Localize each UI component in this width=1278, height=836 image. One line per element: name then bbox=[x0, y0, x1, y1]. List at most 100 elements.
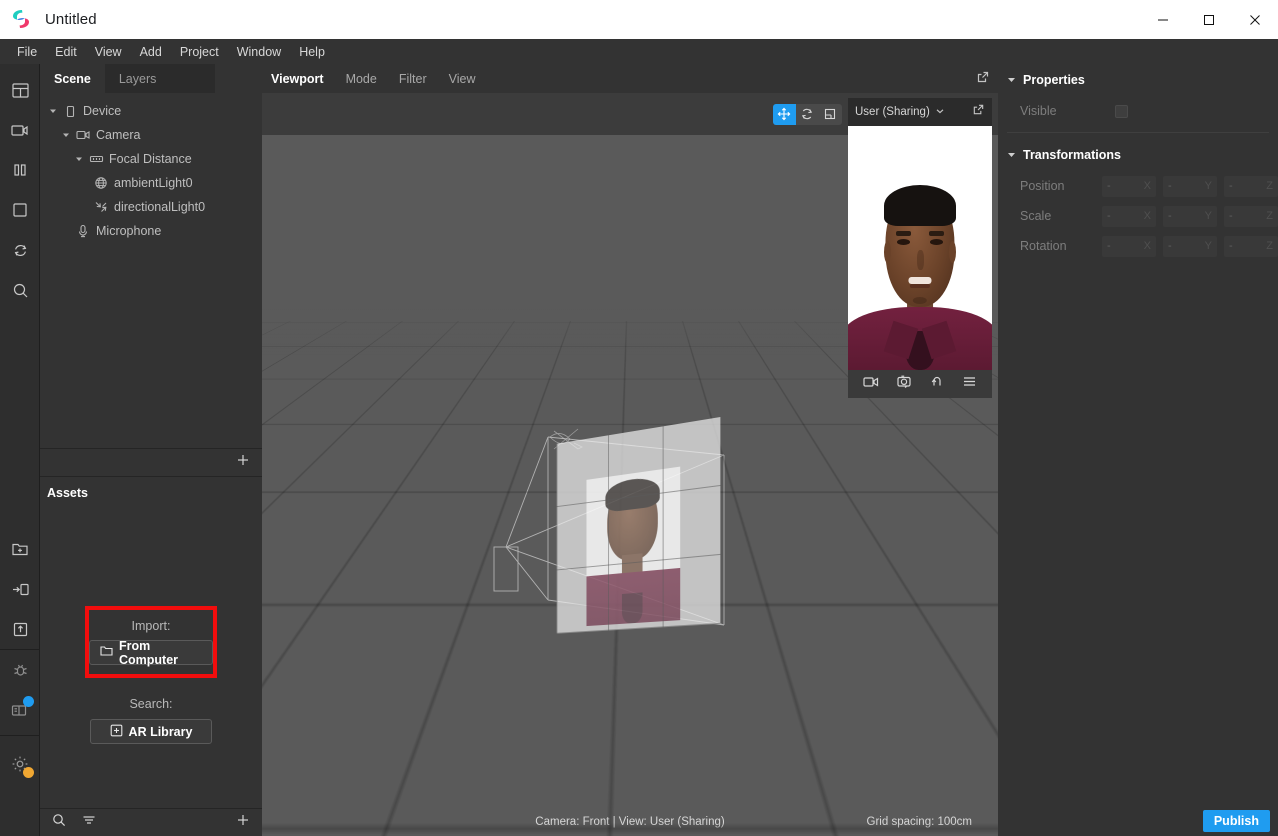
debug-bug-icon[interactable] bbox=[0, 650, 40, 690]
rotate-tool-button[interactable] bbox=[795, 103, 819, 125]
position-x-field[interactable]: - X bbox=[1102, 175, 1156, 197]
menu-view[interactable]: View bbox=[86, 41, 131, 63]
import-from-computer-button[interactable]: From Computer bbox=[89, 639, 213, 667]
simulator-header: User (Sharing) bbox=[848, 98, 992, 126]
scale-z-field[interactable]: - Z bbox=[1224, 205, 1278, 227]
scale-x-field[interactable]: - X bbox=[1102, 205, 1156, 227]
plus-icon[interactable] bbox=[236, 453, 250, 472]
field-value: - bbox=[1229, 240, 1233, 252]
simulator-camera-preview bbox=[848, 126, 992, 370]
export-upload-icon[interactable] bbox=[0, 609, 40, 649]
device-icon bbox=[60, 105, 80, 118]
publish-button[interactable]: Publish bbox=[1202, 810, 1270, 832]
scene-plane-object[interactable] bbox=[556, 417, 721, 634]
caret-down-icon[interactable] bbox=[59, 131, 73, 139]
field-value: - bbox=[1107, 210, 1111, 222]
layout-panels-icon[interactable] bbox=[0, 70, 40, 110]
switch-camera-icon[interactable] bbox=[896, 374, 912, 394]
simulator-popout-icon[interactable] bbox=[972, 103, 985, 121]
field-value: - bbox=[1168, 210, 1172, 222]
position-y-field[interactable]: - Y bbox=[1163, 175, 1217, 197]
tab-viewport[interactable]: Viewport bbox=[271, 72, 336, 86]
simulator-title: User (Sharing) bbox=[855, 106, 930, 118]
simulator-toolbar bbox=[848, 370, 992, 398]
move-tool-button[interactable] bbox=[772, 103, 796, 125]
ar-library-label: AR Library bbox=[128, 724, 193, 739]
menu-icon[interactable] bbox=[962, 375, 977, 393]
tree-item-camera[interactable]: Camera bbox=[40, 123, 262, 147]
simulator-screen[interactable] bbox=[848, 126, 992, 370]
reset-icon[interactable] bbox=[930, 374, 945, 394]
tree-label: Microphone bbox=[96, 224, 162, 238]
caret-down-icon[interactable] bbox=[1007, 73, 1016, 87]
scene-panel-footer bbox=[40, 448, 262, 476]
search-icon[interactable] bbox=[0, 270, 40, 310]
minimize-icon[interactable] bbox=[1140, 0, 1186, 39]
assets-panel-footer bbox=[40, 808, 262, 836]
tree-item-directionallight0[interactable]: directionalLight0 bbox=[40, 195, 262, 219]
assets-panel-title: Assets bbox=[47, 486, 88, 500]
axis-label: X bbox=[1143, 210, 1151, 222]
settings-gear-icon[interactable] bbox=[0, 744, 40, 784]
new-folder-icon[interactable] bbox=[0, 529, 40, 569]
close-icon[interactable] bbox=[1232, 0, 1278, 39]
viewport-header: Viewport Mode Filter View bbox=[262, 64, 998, 93]
property-row-rotation: Rotation - X - Y - Z bbox=[998, 231, 1278, 261]
menu-project[interactable]: Project bbox=[171, 41, 228, 63]
docs-icon[interactable] bbox=[0, 690, 40, 730]
scene-panel: Scene Layers Device Camera Focal Distanc… bbox=[40, 64, 262, 476]
caret-down-icon[interactable] bbox=[1007, 148, 1016, 162]
axis-label: Z bbox=[1266, 180, 1273, 192]
tree-item-microphone[interactable]: Microphone bbox=[40, 219, 262, 243]
ar-library-button[interactable]: AR Library bbox=[90, 719, 212, 744]
scene-tree: Device Camera Focal Distance ambientLigh… bbox=[40, 93, 262, 243]
tree-item-device[interactable]: Device bbox=[40, 99, 262, 123]
square-icon[interactable] bbox=[0, 190, 40, 230]
tab-view[interactable]: View bbox=[449, 72, 488, 86]
chevron-down-icon[interactable] bbox=[935, 103, 945, 121]
rotation-x-field[interactable]: - X bbox=[1102, 235, 1156, 257]
menu-window[interactable]: Window bbox=[228, 41, 290, 63]
menu-edit[interactable]: Edit bbox=[46, 41, 86, 63]
caret-down-icon[interactable] bbox=[72, 155, 86, 163]
properties-panel: Properties Visible Transformations Posit… bbox=[998, 64, 1278, 836]
pause-icon[interactable] bbox=[0, 150, 40, 190]
tab-filter[interactable]: Filter bbox=[399, 72, 439, 86]
record-video-icon[interactable] bbox=[863, 375, 879, 394]
ar-library-wrap: AR Library bbox=[90, 719, 212, 744]
filter-icon[interactable] bbox=[82, 813, 96, 832]
viewport-popout-icon[interactable] bbox=[976, 70, 990, 89]
property-row-scale: Scale - X - Y - Z bbox=[998, 201, 1278, 231]
axis-label: Z bbox=[1266, 210, 1273, 222]
field-value: - bbox=[1229, 180, 1233, 192]
camera-video-icon[interactable] bbox=[0, 110, 40, 150]
tree-label: Focal Distance bbox=[109, 152, 192, 166]
tree-item-focal-distance[interactable]: Focal Distance bbox=[40, 147, 262, 171]
caret-down-icon[interactable] bbox=[46, 107, 60, 115]
tab-layers[interactable]: Layers bbox=[104, 64, 215, 93]
transformations-section-header[interactable]: Transformations bbox=[998, 139, 1278, 171]
scale-y-field[interactable]: - Y bbox=[1163, 205, 1217, 227]
scale-tool-button[interactable] bbox=[818, 103, 842, 125]
maximize-icon[interactable] bbox=[1186, 0, 1232, 39]
menu-file[interactable]: File bbox=[8, 41, 46, 63]
import-highlight-box: Import: From Computer bbox=[85, 606, 217, 678]
menu-add[interactable]: Add bbox=[131, 41, 171, 63]
position-z-field[interactable]: - Z bbox=[1224, 175, 1278, 197]
simulator-panel: User (Sharing) bbox=[848, 98, 992, 398]
visible-checkbox[interactable] bbox=[1115, 104, 1128, 118]
rotation-z-field[interactable]: - Z bbox=[1224, 235, 1278, 257]
tab-mode[interactable]: Mode bbox=[346, 72, 389, 86]
properties-section-header[interactable]: Properties bbox=[998, 64, 1278, 96]
search-icon[interactable] bbox=[52, 813, 66, 832]
refresh-icon[interactable] bbox=[0, 230, 40, 270]
tab-scene[interactable]: Scene bbox=[40, 64, 105, 93]
plus-icon[interactable] bbox=[236, 813, 250, 832]
tree-label: Camera bbox=[96, 128, 141, 142]
import-icon[interactable] bbox=[0, 569, 40, 609]
scale-label: Scale bbox=[1020, 209, 1052, 223]
left-toolbar bbox=[0, 64, 40, 836]
rotation-y-field[interactable]: - Y bbox=[1163, 235, 1217, 257]
tree-item-ambientlight0[interactable]: ambientLight0 bbox=[40, 171, 262, 195]
menu-help[interactable]: Help bbox=[290, 41, 334, 63]
